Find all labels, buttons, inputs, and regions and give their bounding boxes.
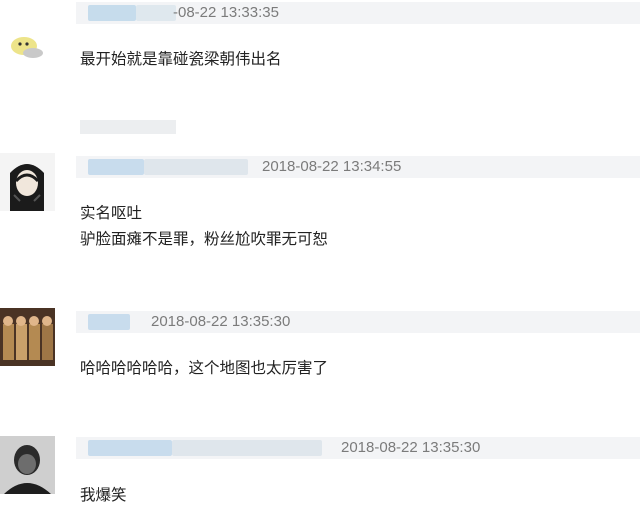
comment-header: -08-22 13:33:35 <box>76 2 640 24</box>
comment-text: 哈哈哈哈哈哈，这个地图也太厉害了 <box>80 359 329 377</box>
comment-header: 2018-08-22 13:35:30 <box>76 311 640 333</box>
username[interactable] <box>144 159 248 175</box>
comment-text: 驴脸面瘫不是罪，粉丝尬吹罪无可恕 <box>80 230 329 248</box>
comment-timestamp: 2018-08-22 13:35:30 <box>151 313 291 330</box>
comment-header: 2018-08-22 13:35:30 <box>76 437 640 459</box>
comment-header: 2018-08-22 13:34:55 <box>76 156 640 178</box>
comment-timestamp: 2018-08-22 13:34:55 <box>262 158 402 175</box>
comment-text: 我爆笑 <box>80 486 127 504</box>
avatar[interactable] <box>0 436 55 494</box>
blurred-link[interactable] <box>80 120 176 134</box>
comment-item: 2018-08-22 13:35:30 哈哈哈哈哈哈，这个地图也太厉害了 <box>0 305 640 415</box>
username[interactable] <box>88 440 172 456</box>
comment-timestamp: 2018-08-22 13:35:30 <box>341 439 481 456</box>
username[interactable] <box>136 5 176 21</box>
avatar[interactable] <box>0 153 55 211</box>
username[interactable] <box>88 5 136 21</box>
avatar[interactable] <box>0 22 55 80</box>
comment-text: 最开始就是靠碰瓷梁朝伟出名 <box>80 50 282 68</box>
comment-item: 2018-08-22 13:35:30 我爆笑 <box>0 432 640 514</box>
avatar[interactable] <box>0 308 55 366</box>
comment-item: -08-22 13:33:35 最开始就是靠碰瓷梁朝伟出名 <box>0 0 640 140</box>
username[interactable] <box>88 314 130 330</box>
username[interactable] <box>172 440 322 456</box>
comment-item: 2018-08-22 13:34:55 实名呕吐 驴脸面瘫不是罪，粉丝尬吹罪无可… <box>0 150 640 280</box>
comment-text: 实名呕吐 <box>80 204 143 222</box>
username[interactable] <box>88 159 144 175</box>
comment-timestamp: -08-22 13:33:35 <box>173 4 279 21</box>
